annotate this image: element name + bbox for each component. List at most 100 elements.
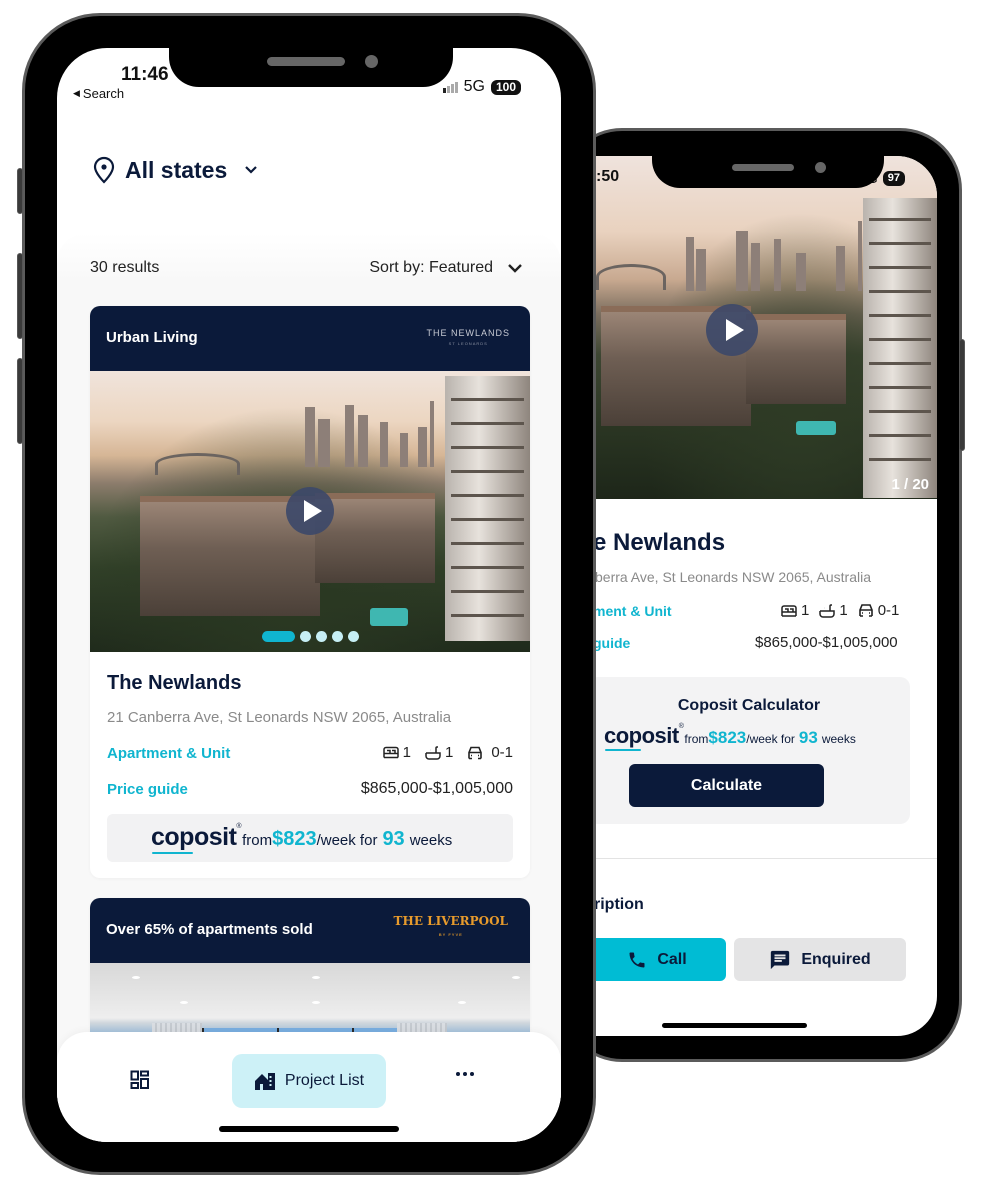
property-address: berra Ave, St Leonards NSW 2065, Austral…	[596, 569, 872, 585]
sort-dropdown[interactable]: Sort by: Featured	[369, 259, 523, 277]
divider	[596, 858, 937, 859]
skyline-tower	[358, 415, 368, 467]
property-type: Apartment & Unit	[107, 745, 231, 762]
signal-icon	[442, 81, 458, 93]
back-label: Search	[82, 86, 125, 101]
bath-icon	[819, 603, 836, 618]
play-video-button[interactable]	[706, 304, 758, 356]
notch	[652, 156, 884, 188]
listing-card[interactable]: Urban Living THE NEWLANDS ST LEONARDS Th…	[90, 306, 530, 878]
chevron-down-icon	[508, 264, 522, 273]
back-phone-frame: 1 / 20 :50 5G 97 e Newlands berra Ave, S…	[560, 128, 965, 1062]
card-header: Over 65% of apartments sold THE LIVERPOO…	[90, 898, 530, 963]
price-range: $865,000-$1,005,000	[755, 634, 898, 651]
parking-count: 0-1	[877, 602, 900, 619]
nav-project-list-label: Project List	[284, 1072, 365, 1089]
property-hero-image[interactable]: 1 / 20	[596, 156, 937, 499]
notch	[169, 48, 453, 87]
apartment-tower	[863, 198, 937, 498]
play-video-button[interactable]	[286, 487, 334, 535]
phone-icon	[629, 952, 645, 967]
home-indicator	[219, 1126, 399, 1132]
chevron-down-icon	[245, 166, 258, 174]
skyline-tower	[305, 407, 315, 467]
coposit-offer: coposit® from $823 /week for 93 weeks	[604, 723, 856, 751]
baths-count: 1	[444, 744, 454, 761]
coposit-banner[interactable]: coposit® from $823 /week for 93 weeks	[107, 814, 513, 862]
play-icon	[303, 500, 322, 522]
harbour-bridge	[596, 264, 666, 290]
speaker	[732, 164, 794, 171]
message-icon	[771, 950, 790, 969]
skyline-tower	[836, 246, 845, 291]
skyline-tower	[736, 231, 748, 291]
call-button[interactable]: Call	[596, 938, 726, 981]
parking-count: 0-1	[491, 744, 513, 761]
developer-logo: THE LIVERPOOL BY FYVE	[393, 914, 508, 937]
nav-project-list[interactable]: Project List	[232, 1054, 386, 1108]
harbour-bridge	[155, 453, 240, 475]
weeks-label: weeks	[409, 832, 453, 849]
listing-image-carousel[interactable]	[90, 371, 530, 652]
house-list-icon	[254, 1073, 275, 1090]
apartment-tower	[445, 376, 530, 641]
property-detail-screen: 1 / 20 :50 5G 97 e Newlands berra Ave, S…	[596, 156, 937, 1036]
weekly-amount: $823	[708, 728, 747, 747]
nav-more[interactable]	[456, 1072, 474, 1076]
location-label: All states	[125, 156, 228, 183]
project-list-screen: 11:46 ◀ Search 5G 100 All states 30 resu…	[57, 48, 561, 1142]
carousel-dot[interactable]	[348, 631, 359, 642]
network-label: 5G	[463, 78, 485, 95]
car-icon	[858, 604, 874, 618]
calculate-button[interactable]: Calculate	[629, 764, 824, 807]
from-label: from	[684, 732, 709, 746]
carousel-dot[interactable]	[316, 631, 327, 642]
property-type: ment & Unit	[596, 603, 672, 619]
skyline-tower	[318, 419, 330, 467]
back-to-search[interactable]: ◀ Search	[73, 86, 124, 101]
card-header: Urban Living THE NEWLANDS ST LEONARDS	[90, 306, 530, 371]
skyline-tower	[686, 237, 694, 291]
bath-icon	[425, 745, 441, 760]
home-indicator	[662, 1023, 807, 1028]
carousel-dot-active[interactable]	[262, 631, 295, 642]
enquired-button[interactable]: Enquired	[734, 938, 906, 981]
skyline-tower	[751, 243, 760, 291]
listing-address: 21 Canberra Ave, St Leonards NSW 2065, A…	[107, 709, 452, 726]
price-guide-label: Price guide	[107, 781, 188, 798]
amenities: 1 1 0-1	[781, 602, 899, 619]
carousel-dot[interactable]	[300, 631, 311, 642]
pool	[796, 421, 836, 435]
listing-tag: Urban Living	[106, 329, 198, 346]
map-pin-icon	[93, 156, 115, 184]
price-range: $865,000-$1,005,000	[360, 780, 513, 797]
per-week-label: /week for	[316, 832, 378, 849]
skyline-tower	[774, 239, 781, 291]
coposit-offer: coposit® from $823 /week for 93 weeks	[151, 823, 453, 854]
back-arrow-icon: ◀	[73, 88, 80, 98]
baths-count: 1	[839, 602, 848, 619]
listing-title: The Newlands	[107, 672, 242, 694]
pool	[370, 608, 408, 626]
carousel-dot[interactable]	[332, 631, 343, 642]
results-count: 30 results	[90, 259, 160, 276]
mute-switch	[17, 168, 23, 214]
location-selector[interactable]: All states	[93, 156, 259, 184]
volume-down-button	[17, 358, 23, 444]
carousel-dots	[262, 631, 359, 642]
front-camera	[365, 55, 378, 68]
image-counter: 1 / 20	[891, 476, 929, 493]
coposit-calculator: Coposit Calculator coposit® from $823 /w…	[596, 677, 910, 824]
beds-count: 1	[801, 602, 810, 619]
weeks-count: 93	[798, 728, 818, 747]
enquired-label: Enquired	[801, 950, 871, 968]
skyline-tower	[345, 405, 354, 467]
nav-dashboard[interactable]	[130, 1070, 150, 1095]
front-phone-frame: 11:46 ◀ Search 5G 100 All states 30 resu…	[17, 13, 596, 1175]
skyline-tower	[430, 401, 434, 467]
speaker	[267, 57, 345, 66]
power-button	[959, 339, 965, 451]
call-label: Call	[657, 950, 687, 968]
card-body: The Newlands 21 Canberra Ave, St Leonard…	[90, 652, 530, 878]
developer-logo: THE NEWLANDS ST LEONARDS	[426, 328, 510, 346]
